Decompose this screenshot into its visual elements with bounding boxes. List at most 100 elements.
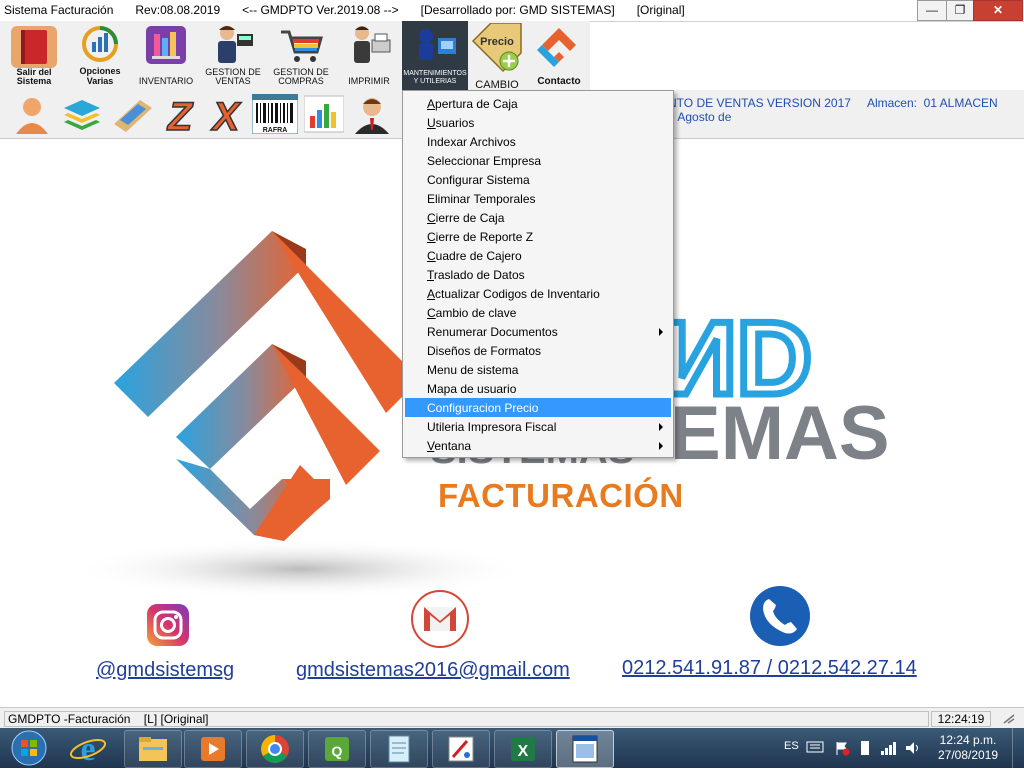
sales-management-button[interactable]: GESTION DE VENTAS xyxy=(201,21,265,90)
network-signal-icon[interactable] xyxy=(880,741,898,755)
svg-text:X: X xyxy=(518,743,529,760)
main-toolbar: Salir del Sistema Opciones Varias INVENT… xyxy=(0,21,590,91)
phone-link[interactable]: 0212.541.91.87 / 0212.542.27.14 xyxy=(622,657,917,680)
system-clock[interactable]: 12:24 p.m. 27/08/2019 xyxy=(932,733,1004,763)
menu-item-eliminar-temporales[interactable]: Eliminar Temporales xyxy=(405,189,671,208)
x-report-button[interactable]: X xyxy=(206,94,246,140)
product-title: FACTURACIÓN xyxy=(438,477,684,514)
menu-item-label: Mapa de usuario xyxy=(427,382,517,396)
taskbar-app-facturacion[interactable] xyxy=(556,730,614,768)
sales-management-label: GESTION DE VENTAS xyxy=(205,67,261,86)
instagram-icon[interactable] xyxy=(146,603,190,647)
menu-item-usuarios[interactable]: Usuarios xyxy=(405,113,671,132)
facturacion-app-icon xyxy=(572,735,598,763)
purchases-management-button[interactable]: GESTION DE COMPRAS xyxy=(268,21,334,90)
menu-item-utileria-impresora-fiscal[interactable]: Utileria Impresora Fiscal xyxy=(405,417,671,436)
minimize-button[interactable]: — xyxy=(917,0,947,21)
taskbar-app-media[interactable] xyxy=(184,730,242,768)
inventory-button[interactable]: INVENTARIO xyxy=(134,21,198,90)
layers-button[interactable] xyxy=(62,94,102,134)
title-app: Sistema Facturación xyxy=(4,3,114,17)
volume-icon[interactable] xyxy=(904,740,922,756)
taskbar-app-notepad[interactable] xyxy=(370,730,428,768)
print-button[interactable]: IMPRIMIR xyxy=(338,21,400,90)
logo-sistemas-text: EMAS xyxy=(670,391,890,476)
inventory-books-icon xyxy=(146,26,186,64)
svg-text:X: X xyxy=(211,95,242,134)
menu-item-cuadre-de-cajero[interactable]: Cuadre de Cajero xyxy=(405,246,671,265)
svg-text:e: e xyxy=(80,731,95,766)
maximize-button[interactable]: ❐ xyxy=(946,0,974,21)
menu-item-disenos-de-formatos[interactable]: Diseños de Formatos xyxy=(405,341,671,360)
various-options-label: Opciones Varias xyxy=(79,66,121,86)
menu-item-seleccionar-empresa[interactable]: Seleccionar Empresa xyxy=(405,151,671,170)
language-indicator[interactable]: ES xyxy=(784,740,799,780)
status-text: GMDPTO -Facturación [L] [Original] xyxy=(4,711,929,727)
taskbar-app-chrome[interactable] xyxy=(246,730,304,768)
menu-item-label: Apertura de Caja xyxy=(427,97,518,111)
menu-item-actualizar-codigos-de-inventario[interactable]: Actualizar Codigos de Inventario xyxy=(405,284,671,303)
menu-item-mapa-de-usuario[interactable]: Mapa de usuario xyxy=(405,379,671,398)
menu-item-apertura-de-caja[interactable]: Apertura de Caja xyxy=(405,94,671,113)
printer-person-icon xyxy=(354,26,391,63)
bar-chart-icon xyxy=(303,95,345,133)
menu-item-configurar-sistema[interactable]: Configurar Sistema xyxy=(405,170,671,189)
gmail-icon[interactable] xyxy=(410,589,470,649)
menu-item-configuracion-precio[interactable]: Configuracion Precio xyxy=(405,398,671,417)
taskbar-app-qv[interactable]: Q xyxy=(308,730,366,768)
internet-explorer-icon[interactable]: e xyxy=(68,730,108,766)
taskbar-app-explorer[interactable] xyxy=(124,730,182,768)
show-desktop-button[interactable] xyxy=(1012,728,1024,768)
menu-item-menu-de-sistema[interactable]: Menu de sistema xyxy=(405,360,671,379)
z-report-icon: Z xyxy=(166,94,195,140)
inventory-label: INVENTARIO xyxy=(138,76,194,86)
close-button[interactable]: ✕ xyxy=(973,0,1023,21)
qv-app-icon: Q xyxy=(325,737,349,761)
price-change-label: CAMBIO xyxy=(475,79,519,91)
taskbar-app-excel[interactable]: X xyxy=(494,730,552,768)
menu-item-cierre-de-caja[interactable]: Cierre de Caja xyxy=(405,208,671,227)
menu-item-label: Indexar Archivos xyxy=(427,135,516,149)
title-version: <-- GMDPTO Ver.2019.08 --> xyxy=(242,3,399,17)
phone-icon[interactable] xyxy=(749,585,811,647)
shopping-cart-icon xyxy=(281,30,323,62)
z-report-button[interactable]: Z xyxy=(160,94,200,140)
menu-item-indexar-archivos[interactable]: Indexar Archivos xyxy=(405,132,671,151)
menu-item-label: Utileria Impresora Fiscal xyxy=(427,420,557,434)
usb-device-icon[interactable] xyxy=(858,740,872,756)
exit-system-button[interactable]: Salir del Sistema xyxy=(0,21,68,90)
taskbar-app-paint[interactable] xyxy=(432,730,490,768)
purchases-management-label: GESTION DE COMPRAS xyxy=(273,67,329,86)
menu-item-traslado-de-datos[interactable]: Traslado de Datos xyxy=(405,265,671,284)
menu-item-ventana[interactable]: Ventana xyxy=(405,436,671,455)
maintenance-icon xyxy=(419,29,456,60)
menu-item-label: Cierre de Caja xyxy=(427,211,505,225)
barcode-icon: RAFRA xyxy=(251,93,299,135)
submenu-arrow-icon xyxy=(659,423,663,431)
menu-item-label: Diseños de Formatos xyxy=(427,344,542,358)
barcode-button[interactable]: RAFRA xyxy=(251,93,299,135)
statistics-button[interactable] xyxy=(303,94,345,134)
various-options-button[interactable]: Opciones Varias xyxy=(68,21,132,90)
instagram-link[interactable]: @gmdsistemsg xyxy=(96,659,234,682)
menu-item-cambio-de-clave[interactable]: Cambio de clave xyxy=(405,303,671,322)
menu-item-renumerar-documentos[interactable]: Renumerar Documentos xyxy=(405,322,671,341)
menu-item-label: Seleccionar Empresa xyxy=(427,154,542,168)
keyboard-icon[interactable] xyxy=(806,740,824,754)
system-info: NTO DE VENTAS VERSION 2017 Almacen: 01 A… xyxy=(668,96,998,124)
maintenance-utilities-button[interactable]: MANTENIMIENTOS Y UTILERIAS xyxy=(402,21,468,90)
businessman-icon xyxy=(355,98,389,134)
cash-register-button[interactable] xyxy=(110,94,152,134)
start-button[interactable] xyxy=(4,729,54,767)
flag-notification-icon[interactable] xyxy=(834,740,850,756)
contact-button[interactable]: Contacto xyxy=(530,21,588,90)
email-link[interactable]: gmdsistemas2016@gmail.com xyxy=(296,659,570,682)
menu-item-cierre-de-reporte-z[interactable]: Cierre de Reporte Z xyxy=(405,227,671,246)
submenu-arrow-icon xyxy=(659,442,663,450)
price-change-button[interactable]: Precio CAMBIO xyxy=(468,21,526,91)
menu-item-label: Usuarios xyxy=(427,116,475,130)
seller-button[interactable] xyxy=(352,94,392,134)
clients-button[interactable] xyxy=(12,94,52,134)
resize-grip-icon[interactable] xyxy=(1000,711,1018,727)
price-tag-icon: Precio xyxy=(471,23,522,73)
